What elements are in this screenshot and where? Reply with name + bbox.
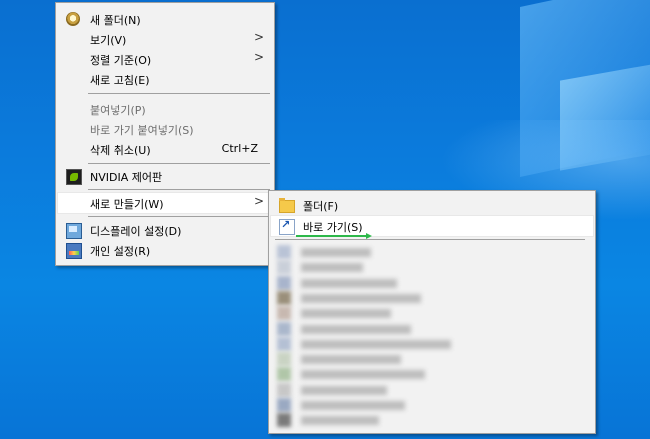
- blurred-file-icon: [277, 398, 291, 412]
- personalize-icon: [66, 243, 82, 259]
- chevron-right-icon: >: [253, 30, 264, 44]
- desktop-context-menu: 새 폴더(N) 보기(V) > 정렬 기준(O) > 새로 고침(E) 붙여넣기…: [55, 2, 275, 266]
- blurred-file-icon: [277, 245, 291, 259]
- blurred-item-label: [301, 370, 425, 380]
- annotation-arrow: [296, 233, 372, 239]
- blurred-item-label: [301, 309, 391, 319]
- menu-item-new[interactable]: 새로 만들기(W) >: [57, 192, 273, 214]
- menu-item-label: 개인 설정(R): [90, 245, 151, 258]
- chevron-right-icon: >: [253, 50, 264, 64]
- menu-separator: [88, 163, 270, 164]
- menu-item-label: 보기(V): [90, 34, 127, 47]
- blurred-item-label: [301, 355, 401, 365]
- menu-separator: [88, 189, 270, 190]
- menu-item-view[interactable]: 보기(V) >: [58, 29, 272, 49]
- blurred-file-icon: [277, 336, 291, 351]
- menu-item-undo-delete[interactable]: 삭제 취소(U) Ctrl+Z: [58, 139, 272, 159]
- blurred-item-label: [301, 263, 363, 273]
- menu-item-display-settings[interactable]: 디스플레이 설정(D): [58, 220, 272, 240]
- menu-item-label: NVIDIA 제어판: [90, 171, 163, 184]
- menu-item-label: 폴더(F): [303, 200, 339, 213]
- blurred-item-label: [301, 416, 379, 426]
- menu-item-label: 정렬 기준(O): [90, 54, 152, 67]
- menu-separator: [275, 239, 585, 240]
- chevron-right-icon: >: [253, 194, 264, 208]
- menu-item-personalize[interactable]: 개인 설정(R): [58, 240, 272, 260]
- new-submenu: 폴더(F) 바로 가기(S): [268, 190, 596, 434]
- blurred-file-icon: [277, 367, 291, 382]
- blurred-item-label: [301, 293, 421, 303]
- blurred-file-icon: [277, 321, 291, 336]
- menu-item-label: 바로 가기 붙여넣기(S): [90, 124, 194, 137]
- blurred-file-icon: [277, 352, 291, 367]
- blurred-file-icon: [277, 306, 291, 321]
- display-icon: [66, 223, 82, 239]
- blurred-item-label: [301, 339, 451, 349]
- blurred-item-label: [301, 401, 405, 410]
- menu-item-paste: 붙여넣기(P): [58, 99, 272, 119]
- menu-item-label: 삭제 취소(U): [90, 144, 151, 157]
- new-folder-icon: [66, 12, 80, 26]
- blurred-file-icon: [277, 275, 291, 290]
- annotation-arrow-head: [366, 233, 372, 239]
- blurred-file-icon: [277, 413, 291, 428]
- blurred-item-label: [301, 324, 411, 334]
- folder-icon: [279, 198, 295, 213]
- menu-item-label: 붙여넣기(P): [90, 104, 146, 117]
- menu-separator: [88, 216, 270, 217]
- menu-item-label: 새로 만들기(W): [90, 198, 164, 211]
- blurred-file-icon: [277, 290, 291, 305]
- blurred-file-icon: [277, 382, 291, 397]
- blurred-file-icon: [277, 260, 291, 275]
- nvidia-icon: [66, 169, 82, 185]
- menu-separator: [88, 93, 270, 94]
- menu-item-refresh[interactable]: 새로 고침(E): [58, 69, 272, 89]
- blurred-item-label: [301, 248, 371, 257]
- submenu-item-folder[interactable]: 폴더(F): [271, 195, 593, 215]
- menu-item-sort-by[interactable]: 정렬 기준(O) >: [58, 49, 272, 69]
- menu-item-shortcut: Ctrl+Z: [221, 142, 258, 155]
- shortcut-icon: [279, 218, 295, 235]
- menu-item-label: 새로 고침(E): [90, 74, 150, 87]
- blurred-item-label: [301, 278, 397, 288]
- menu-item-paste-shortcut: 바로 가기 붙여넣기(S): [58, 119, 272, 139]
- menu-item-new-folder[interactable]: 새 폴더(N): [58, 9, 272, 29]
- menu-item-label: 새 폴더(N): [90, 14, 141, 27]
- menu-item-nvidia-control-panel[interactable]: NVIDIA 제어판: [58, 166, 272, 186]
- menu-item-label: 디스플레이 설정(D): [90, 225, 182, 238]
- blurred-item-label: [301, 385, 387, 395]
